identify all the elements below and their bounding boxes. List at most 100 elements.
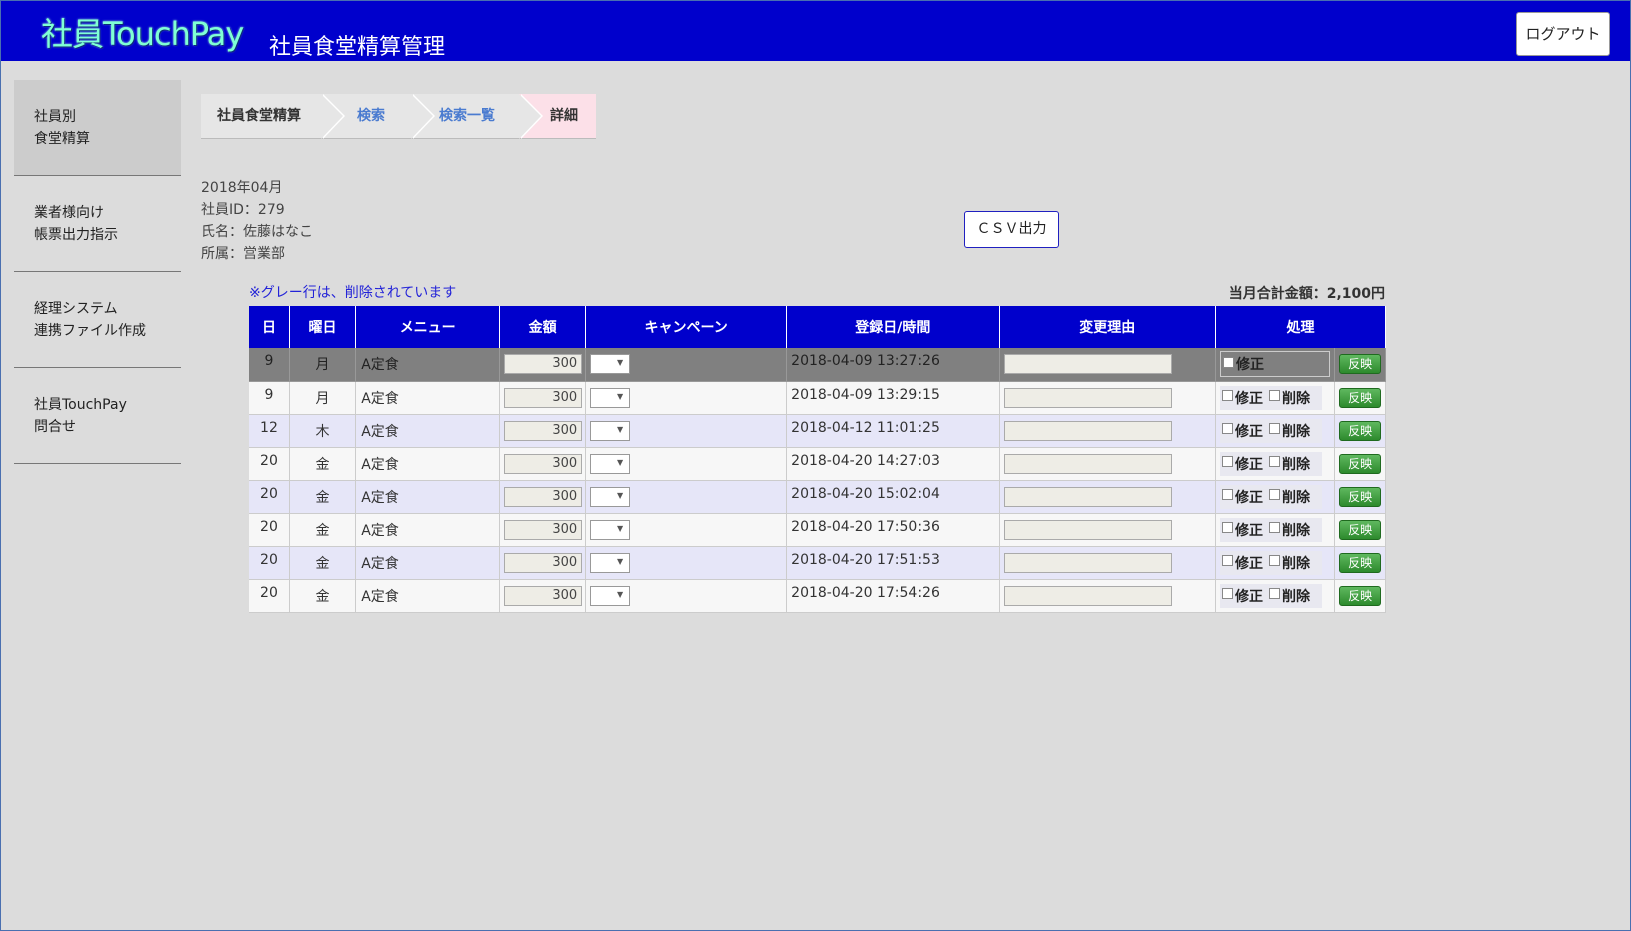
cell-menu: A定食 (355, 381, 501, 415)
edit-checkbox[interactable] (1223, 356, 1235, 368)
reason-input[interactable] (1003, 354, 1172, 375)
amount-input[interactable]: 300 (504, 453, 583, 474)
campaign-select[interactable] (590, 387, 631, 408)
header-amount: 金額 (499, 306, 587, 348)
amount-input[interactable]: 300 (504, 519, 583, 540)
campaign-select[interactable] (590, 453, 631, 474)
header-dow: 曜日 (289, 306, 357, 348)
table-row: 20金A定食300 2018-04-20 17:54:26 修正 削除 反映 (249, 579, 1386, 613)
sidebar-item-label: 業者様向け (34, 205, 104, 221)
sidebar-item-label: 社員TouchPay (34, 397, 127, 413)
delete-checkbox[interactable] (1269, 489, 1281, 500)
amount-input[interactable]: 300 (504, 585, 583, 606)
apply-button[interactable]: 反映 (1339, 552, 1382, 573)
edit-label: 修正 (1235, 555, 1264, 572)
delete-checkbox[interactable] (1269, 588, 1281, 599)
breadcrumb-label: 詳細 (550, 108, 578, 124)
process-options: 修正 削除 (1220, 517, 1323, 542)
breadcrumb-settlement[interactable]: 社員食堂精算 (201, 94, 345, 139)
cell-day: 20 (249, 480, 290, 514)
edit-checkbox[interactable] (1222, 390, 1234, 401)
apply-button[interactable]: 反映 (1339, 486, 1382, 507)
campaign-select[interactable] (590, 585, 631, 606)
cell-datetime: 2018-04-20 17:50:36 (786, 513, 1000, 547)
deleted-rows-note: ※グレー行は、削除されています (249, 285, 457, 301)
delete-checkbox[interactable] (1269, 423, 1281, 434)
apply-button[interactable]: 反映 (1339, 519, 1382, 540)
cell-apply: 反映 (1334, 480, 1386, 514)
cell-menu: A定食 (355, 513, 501, 547)
cell-apply: 反映 (1334, 414, 1386, 448)
delete-checkbox[interactable] (1269, 522, 1281, 533)
sidebar-item-label: 帳票出力指示 (34, 227, 118, 243)
reason-input[interactable] (1003, 552, 1172, 573)
delete-checkbox[interactable] (1269, 390, 1281, 401)
cell-day: 20 (249, 546, 290, 580)
edit-checkbox[interactable] (1222, 423, 1234, 434)
amount-input[interactable]: 300 (504, 354, 583, 375)
reason-input[interactable] (1003, 519, 1172, 540)
apply-button[interactable]: 反映 (1339, 453, 1382, 474)
campaign-select[interactable] (590, 486, 631, 507)
breadcrumb: 社員食堂精算 検索 検索一覧 詳細 (201, 94, 596, 139)
amount-input[interactable]: 300 (504, 486, 583, 507)
cell-menu: A定食 (355, 414, 501, 448)
sidebar-item-inquiry[interactable]: 社員TouchPay 問合せ (14, 368, 181, 464)
table-row: 9月A定食300 2018-04-09 13:27:26 修正 反映 (249, 348, 1386, 382)
table-row: 20金A定食300 2018-04-20 17:50:36 修正 削除 反映 (249, 513, 1386, 547)
info-employee-id: 社員ID：279 (201, 202, 285, 218)
csv-export-button[interactable]: ＣＳＶ出力 (964, 211, 1059, 248)
apply-button[interactable]: 反映 (1339, 585, 1382, 606)
edit-checkbox[interactable] (1222, 555, 1234, 566)
cell-day: 20 (249, 579, 290, 613)
process-options: 修正 (1220, 351, 1331, 378)
info-name: 氏名：佐藤はなこ (201, 224, 313, 240)
delete-checkbox[interactable] (1269, 555, 1281, 566)
apply-button[interactable]: 反映 (1339, 387, 1382, 408)
sidebar-item-accounting-file[interactable]: 経理システム 連携ファイル作成 (14, 272, 181, 368)
sidebar-item-label: 問合せ (34, 419, 76, 435)
logout-button[interactable]: ログアウト (1516, 12, 1610, 56)
reason-input[interactable] (1003, 585, 1172, 606)
reason-input[interactable] (1003, 387, 1172, 408)
sidebar-item-vendor-report[interactable]: 業者様向け 帳票出力指示 (14, 176, 181, 272)
edit-checkbox[interactable] (1222, 588, 1234, 599)
sidebar-item-employee-settlement[interactable]: 社員別 食堂精算 (14, 80, 181, 176)
cell-apply: 反映 (1334, 513, 1386, 547)
amount-input[interactable]: 300 (504, 420, 583, 441)
header-datetime: 登録日/時間 (786, 306, 1000, 348)
delete-label: 削除 (1282, 489, 1311, 506)
apply-button[interactable]: 反映 (1339, 420, 1382, 441)
edit-label: 修正 (1235, 390, 1264, 407)
reason-input[interactable] (1003, 453, 1172, 474)
cell-dow: 金 (289, 480, 357, 514)
employee-info: 2018年04月 社員ID：279 氏名：佐藤はなこ 所属：営業部 (201, 177, 313, 265)
cell-menu: A定食 (355, 480, 501, 514)
app-title: 社員食堂精算管理 (269, 35, 446, 60)
campaign-select[interactable] (590, 354, 631, 375)
cell-apply: 反映 (1334, 546, 1386, 580)
amount-input[interactable]: 300 (504, 552, 583, 573)
edit-label: 修正 (1235, 489, 1264, 506)
delete-checkbox[interactable] (1269, 456, 1281, 467)
campaign-select[interactable] (590, 519, 631, 540)
edit-label: 修正 (1235, 588, 1264, 605)
apply-button[interactable]: 反映 (1339, 354, 1382, 375)
header-process: 処理 (1215, 306, 1386, 348)
delete-label: 削除 (1282, 522, 1311, 539)
campaign-select[interactable] (590, 552, 631, 573)
campaign-select[interactable] (590, 420, 631, 441)
process-options: 修正 削除 (1220, 583, 1323, 608)
cell-process: 修正 削除 (1215, 447, 1336, 481)
settlement-table: 日 曜日 メニュー 金額 キャンペーン 登録日/時間 変更理由 処理 9 月 A定食… (249, 306, 1386, 613)
reason-input[interactable] (1003, 486, 1172, 507)
amount-input[interactable]: 300 (504, 387, 583, 408)
edit-label: 修正 (1235, 456, 1264, 473)
edit-checkbox[interactable] (1222, 489, 1234, 500)
edit-checkbox[interactable] (1222, 522, 1234, 533)
cell-apply: 反映 (1334, 579, 1386, 613)
edit-checkbox[interactable] (1222, 456, 1234, 467)
reason-input[interactable] (1003, 420, 1172, 441)
cell-process: 修正 削除 (1215, 546, 1336, 580)
cell-dow: 金 (289, 513, 357, 547)
